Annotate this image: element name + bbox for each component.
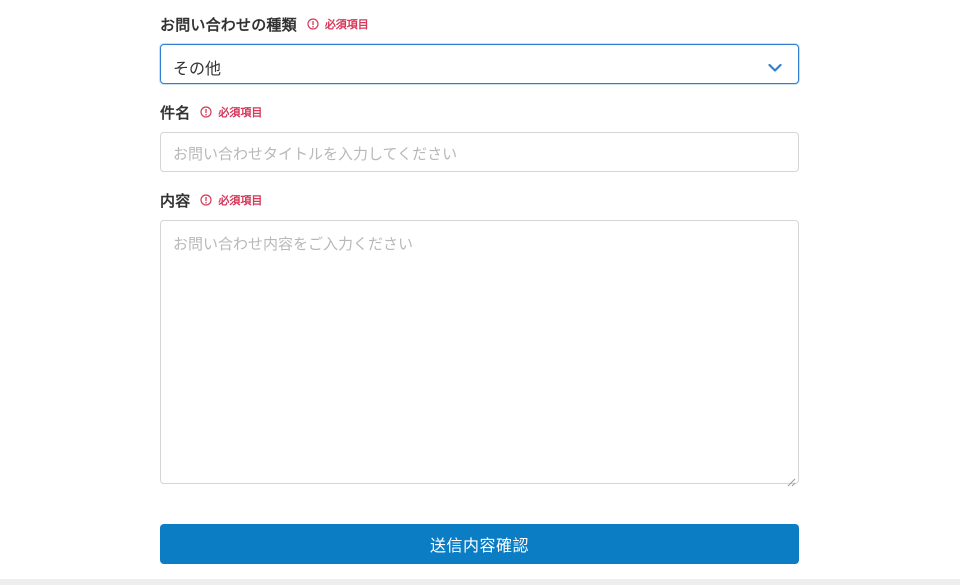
subject-label: 件名 bbox=[160, 103, 191, 122]
inquiry-type-select[interactable]: その他 bbox=[160, 44, 799, 84]
confirm-submit-button[interactable]: 送信内容確認 bbox=[160, 524, 799, 564]
footer-divider bbox=[0, 579, 960, 585]
contact-form-page: お問い合わせの種類 必須項目 その他 件名 必須項目 お問い合わせタイトルを入力… bbox=[0, 0, 960, 585]
inquiry-type-label: お問い合わせの種類 bbox=[160, 15, 297, 34]
content-textarea[interactable]: お問い合わせ内容をご入力ください bbox=[160, 220, 799, 487]
resize-grip-icon[interactable] bbox=[787, 472, 796, 487]
chevron-down-icon bbox=[768, 58, 782, 72]
inquiry-type-label-row: お問い合わせの種類 必須項目 bbox=[160, 13, 369, 35]
required-text: 必須項目 bbox=[324, 18, 369, 31]
subject-input[interactable]: お問い合わせタイトルを入力してください bbox=[160, 132, 799, 172]
content-label: 内容 bbox=[160, 191, 191, 210]
exclamation-circle-icon bbox=[307, 18, 319, 30]
required-badge: 必須項目 bbox=[200, 192, 262, 208]
inquiry-type-selected-value: その他 bbox=[173, 59, 222, 78]
subject-placeholder: お問い合わせタイトルを入力してください bbox=[173, 145, 458, 163]
required-text: 必須項目 bbox=[218, 194, 263, 207]
content-label-row: 内容 必須項目 bbox=[160, 189, 262, 211]
exclamation-circle-icon bbox=[200, 194, 213, 206]
required-badge: 必須項目 bbox=[200, 104, 262, 120]
content-placeholder: お問い合わせ内容をご入力ください bbox=[173, 235, 414, 253]
required-badge: 必須項目 bbox=[307, 16, 369, 32]
subject-label-row: 件名 必須項目 bbox=[160, 101, 262, 123]
exclamation-circle-icon bbox=[200, 106, 213, 118]
required-text: 必須項目 bbox=[218, 106, 263, 119]
